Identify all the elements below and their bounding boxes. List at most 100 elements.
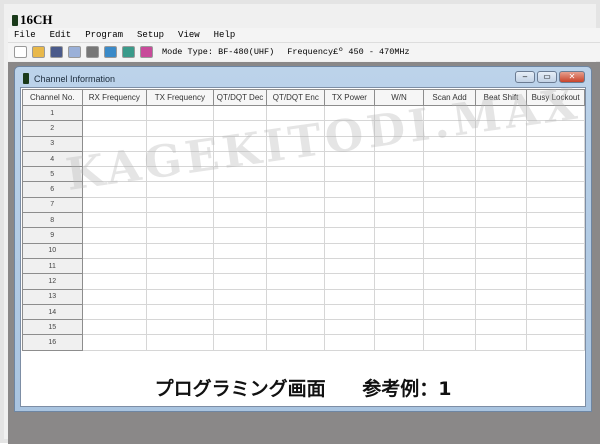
- channel-number[interactable]: 13: [22, 288, 83, 305]
- table-cell[interactable]: [324, 104, 375, 122]
- table-cell[interactable]: [212, 135, 268, 152]
- write-icon[interactable]: [122, 46, 135, 58]
- table-cell[interactable]: [81, 166, 148, 183]
- table-cell[interactable]: [212, 196, 268, 214]
- channel-number[interactable]: 3: [22, 135, 83, 152]
- table-cell[interactable]: [212, 212, 268, 229]
- column-header[interactable]: RX Frequency: [81, 89, 148, 106]
- table-cell[interactable]: [423, 150, 476, 168]
- table-cell[interactable]: [526, 288, 585, 305]
- table-cell[interactable]: [324, 334, 375, 351]
- table-cell[interactable]: [324, 181, 375, 198]
- table-cell[interactable]: [266, 135, 326, 152]
- table-cell[interactable]: [526, 334, 585, 351]
- table-cell[interactable]: [212, 319, 268, 336]
- table-cell[interactable]: [423, 257, 476, 275]
- table-cell[interactable]: [373, 319, 425, 336]
- table-cell[interactable]: [146, 104, 214, 122]
- table-cell[interactable]: [423, 120, 476, 137]
- table-cell[interactable]: [146, 319, 214, 336]
- table-cell[interactable]: [423, 319, 476, 336]
- table-cell[interactable]: [81, 104, 148, 122]
- channel-number[interactable]: 15: [22, 319, 83, 336]
- table-cell[interactable]: [373, 273, 425, 290]
- save-icon[interactable]: [50, 46, 63, 58]
- table-cell[interactable]: [324, 166, 375, 183]
- table-cell[interactable]: [474, 135, 528, 152]
- table-cell[interactable]: [526, 212, 585, 229]
- table-cell[interactable]: [324, 227, 375, 244]
- table-cell[interactable]: [81, 319, 148, 336]
- table-cell[interactable]: [266, 166, 326, 183]
- table-cell[interactable]: [373, 166, 425, 183]
- table-cell[interactable]: [526, 196, 585, 214]
- table-cell[interactable]: [373, 212, 425, 229]
- table-cell[interactable]: [526, 104, 585, 122]
- channel-number[interactable]: 8: [22, 212, 83, 229]
- table-cell[interactable]: [373, 120, 425, 137]
- menu-edit[interactable]: Edit: [50, 30, 72, 40]
- table-cell[interactable]: [373, 303, 425, 321]
- table-cell[interactable]: [474, 273, 528, 290]
- table-cell[interactable]: [81, 227, 148, 244]
- column-header[interactable]: W/N: [373, 89, 425, 106]
- read-icon[interactable]: [104, 46, 117, 58]
- table-cell[interactable]: [146, 120, 214, 137]
- table-cell[interactable]: [423, 273, 476, 290]
- table-cell[interactable]: [474, 104, 528, 122]
- minimize-button[interactable]: –: [515, 71, 535, 83]
- table-cell[interactable]: [474, 334, 528, 351]
- table-cell[interactable]: [146, 273, 214, 290]
- table-cell[interactable]: [526, 166, 585, 183]
- table-cell[interactable]: [474, 257, 528, 275]
- table-cell[interactable]: [373, 150, 425, 168]
- table-cell[interactable]: [526, 319, 585, 336]
- table-cell[interactable]: [146, 135, 214, 152]
- table-cell[interactable]: [266, 334, 326, 351]
- table-cell[interactable]: [373, 196, 425, 214]
- table-cell[interactable]: [266, 227, 326, 244]
- table-cell[interactable]: [324, 120, 375, 137]
- table-cell[interactable]: [423, 288, 476, 305]
- table-cell[interactable]: [474, 227, 528, 244]
- channel-number[interactable]: 16: [22, 334, 83, 351]
- table-cell[interactable]: [146, 196, 214, 214]
- table-cell[interactable]: [81, 303, 148, 321]
- table-cell[interactable]: [81, 273, 148, 290]
- table-cell[interactable]: [212, 120, 268, 137]
- table-cell[interactable]: [373, 242, 425, 259]
- eraser-icon[interactable]: [140, 46, 153, 58]
- table-cell[interactable]: [212, 150, 268, 168]
- table-cell[interactable]: [81, 196, 148, 214]
- table-cell[interactable]: [324, 242, 375, 259]
- column-header[interactable]: Scan Add: [423, 89, 476, 106]
- table-cell[interactable]: [373, 135, 425, 152]
- column-header[interactable]: Channel No.: [22, 89, 83, 106]
- table-cell[interactable]: [373, 334, 425, 351]
- table-cell[interactable]: [81, 257, 148, 275]
- table-cell[interactable]: [373, 288, 425, 305]
- table-cell[interactable]: [526, 150, 585, 168]
- table-cell[interactable]: [423, 227, 476, 244]
- table-cell[interactable]: [266, 319, 326, 336]
- column-header[interactable]: Beat Shift: [474, 89, 528, 106]
- table-cell[interactable]: [81, 212, 148, 229]
- open-icon[interactable]: [32, 46, 45, 58]
- channel-number[interactable]: 4: [22, 150, 83, 168]
- channel-number[interactable]: 1: [22, 104, 83, 122]
- edit-icon[interactable]: [68, 46, 81, 58]
- table-cell[interactable]: [373, 227, 425, 244]
- table-cell[interactable]: [474, 150, 528, 168]
- table-cell[interactable]: [212, 257, 268, 275]
- channel-number[interactable]: 2: [22, 120, 83, 137]
- table-cell[interactable]: [212, 334, 268, 351]
- channel-number[interactable]: 12: [22, 273, 83, 290]
- table-cell[interactable]: [266, 303, 326, 321]
- table-cell[interactable]: [526, 273, 585, 290]
- channel-number[interactable]: 7: [22, 196, 83, 214]
- table-cell[interactable]: [324, 273, 375, 290]
- table-cell[interactable]: [146, 303, 214, 321]
- table-cell[interactable]: [266, 104, 326, 122]
- table-cell[interactable]: [423, 196, 476, 214]
- table-cell[interactable]: [474, 120, 528, 137]
